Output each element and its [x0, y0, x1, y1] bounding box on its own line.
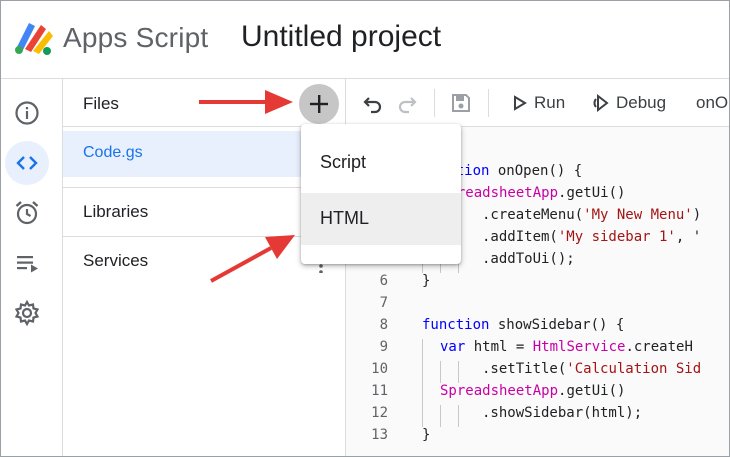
add-file-menu: Script HTML — [301, 124, 461, 264]
debug-label: Debug — [616, 93, 667, 112]
code-token: 'My sidebar 1' — [557, 229, 676, 245]
redo-button[interactable] — [396, 91, 418, 115]
code-token: SpreadsheetApp — [440, 383, 559, 399]
add-file-button[interactable] — [299, 84, 339, 124]
save-button[interactable] — [450, 91, 472, 115]
code-line: var html = HtmlService.createH — [440, 339, 693, 355]
save-icon — [452, 94, 470, 112]
rail-executions-button[interactable] — [5, 241, 49, 285]
code-line: SpreadsheetApp.getUi() — [440, 185, 625, 201]
line-number: 10 — [371, 361, 388, 377]
line-number: 12 — [371, 405, 388, 421]
code-token: .getUi() — [558, 185, 626, 201]
indent-guide — [458, 405, 459, 427]
code-token: showSidebar() { — [489, 317, 625, 333]
services-label: Services — [83, 251, 149, 270]
code-token: .createMenu( — [482, 207, 584, 223]
function-label: onOpen — [696, 93, 729, 112]
rail-settings-button[interactable] — [5, 291, 49, 335]
indent-guide — [422, 339, 423, 427]
apps-script-editor: Apps Script Untitled project Files Code.… — [0, 0, 730, 457]
code-icon — [16, 156, 38, 170]
list-play-icon — [17, 256, 38, 273]
indent-guide — [440, 405, 441, 427]
code-token: .createH — [625, 339, 693, 355]
function-selector[interactable]: onOpen — [696, 91, 729, 115]
gear-icon — [14, 299, 40, 327]
code-line: .showSidebar(html); — [482, 405, 643, 421]
debug-button[interactable]: Debug — [592, 91, 666, 115]
code-line: } — [422, 427, 431, 443]
redo-icon — [398, 97, 417, 114]
files-title: Files — [83, 94, 119, 113]
rail-overview-button[interactable] — [5, 91, 49, 135]
line-number: 9 — [379, 339, 388, 355]
code-line: .addItem('My sidebar 1', ' — [482, 229, 701, 245]
code-line: .addToUi(); — [482, 251, 575, 267]
indent-guide — [440, 361, 441, 383]
line-number: 13 — [371, 427, 388, 443]
libraries-label: Libraries — [83, 202, 149, 221]
code-token: 'Calculation Sid — [566, 361, 702, 377]
info-icon — [15, 101, 39, 125]
line-number: 8 — [379, 317, 388, 333]
run-button[interactable]: Run — [512, 91, 565, 115]
app-name: Apps Script — [63, 22, 209, 53]
rail-editor-button[interactable] — [5, 141, 49, 185]
line-number: 6 — [379, 273, 388, 289]
code-token: html = — [465, 339, 533, 355]
toolbar-divider — [488, 89, 489, 117]
indent-guide — [458, 361, 459, 383]
file-name: Code.gs — [83, 144, 143, 161]
undo-button[interactable] — [362, 91, 384, 115]
code-line: SpreadsheetApp.getUi() — [440, 383, 625, 399]
line-number: 11 — [371, 383, 388, 399]
menu-item-label: HTML — [320, 208, 369, 228]
apps-script-logo-icon[interactable] — [11, 17, 55, 57]
code-line: .setTitle('Calculation Sid — [482, 361, 701, 377]
code-token: 'My New Menu' — [583, 207, 693, 223]
undo-icon — [363, 97, 382, 114]
code-token: var — [440, 339, 466, 355]
line-number: 7 — [379, 295, 388, 311]
run-label: Run — [534, 93, 566, 112]
toolbar-divider — [434, 89, 435, 117]
rail-triggers-button[interactable] — [5, 191, 49, 235]
play-icon — [514, 95, 527, 111]
code-token: .getUi() — [558, 383, 626, 399]
code-line: function showSidebar() { — [422, 317, 624, 333]
menu-item-label: Script — [320, 152, 367, 172]
code-token: , ' — [675, 229, 702, 245]
code-line: } — [422, 273, 431, 289]
project-title[interactable]: Untitled project — [241, 20, 441, 54]
files-header: Files — [63, 79, 346, 127]
code-token: onOpen() { — [489, 163, 583, 179]
code-token: .addItem( — [482, 229, 558, 245]
menu-item-html[interactable]: HTML — [301, 193, 461, 245]
editor-toolbar: Run Debug onOpen — [346, 79, 729, 127]
alarm-icon — [15, 201, 39, 225]
code-token: .setTitle( — [482, 361, 567, 377]
code-line: .createMenu('My New Menu') — [482, 207, 701, 223]
code-token: function — [422, 317, 490, 333]
debug-icon — [593, 94, 609, 112]
code-token: ) — [692, 207, 702, 223]
code-token: HtmlService — [532, 339, 626, 355]
menu-item-script[interactable]: Script — [301, 137, 461, 189]
left-nav-rail — [1, 79, 63, 456]
plus-icon — [310, 95, 328, 113]
top-bar: Apps Script Untitled project — [1, 1, 729, 79]
